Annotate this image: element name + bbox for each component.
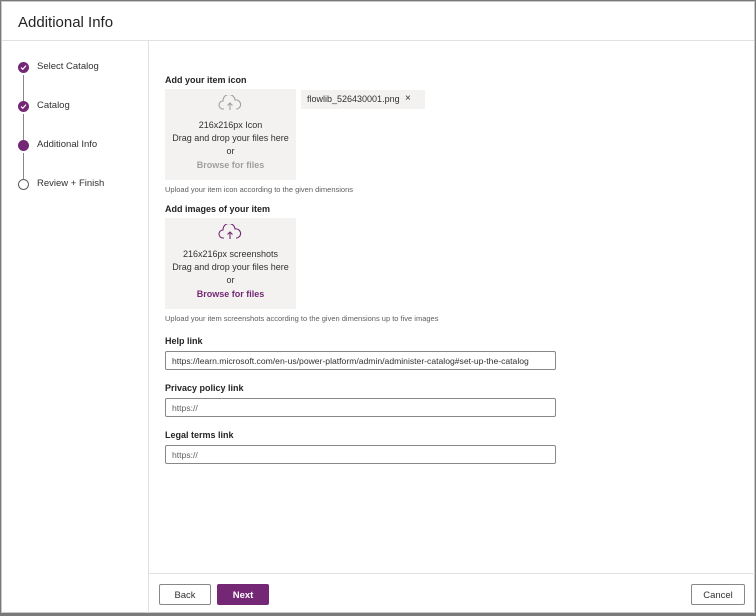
step-label: Review + Finish [37,178,105,189]
sidebar-divider [148,41,149,613]
uploaded-file-chip: flowlib_526430001.png × [301,90,425,109]
cancel-button[interactable]: Cancel [691,584,745,605]
footer-divider [149,573,755,574]
images-hint: Upload your item screenshots according t… [165,314,439,323]
help-link-label: Help link [165,336,203,346]
uploaded-file-name: flowlib_526430001.png [307,94,400,104]
or-text: or [226,146,235,156]
close-icon[interactable]: × [405,93,411,104]
images-drop-zone[interactable]: 216x216px screenshots Drag and drop your… [165,218,296,309]
icon-dimensions: 216x216px Icon [198,120,263,130]
pending-step-icon [18,179,29,190]
icon-section-label: Add your item icon [165,75,247,85]
current-step-icon [18,140,29,151]
back-button[interactable]: Back [159,584,211,605]
drag-drop-text: Drag and drop your files here [172,133,289,143]
step-select-catalog[interactable]: Select Catalog [18,60,148,80]
additional-info-dialog: Additional Info Select Catalog Catalog A… [1,1,755,613]
cloud-upload-icon [218,222,242,245]
browse-files-link[interactable]: Browse for files [165,289,296,299]
legal-link-label: Legal terms link [165,430,234,440]
icon-drop-zone[interactable]: 216x216px Icon Drag and drop your files … [165,89,296,180]
step-label: Select Catalog [37,61,99,72]
privacy-link-input[interactable] [165,398,556,417]
step-review-finish[interactable]: Review + Finish [18,177,148,197]
browse-files-link: Browse for files [196,160,265,170]
help-link-input[interactable] [165,351,556,370]
or-text: or [226,275,235,285]
drag-drop-text: Drag and drop your files here [172,262,289,272]
step-catalog[interactable]: Catalog [18,99,148,119]
next-button[interactable]: Next [217,584,269,605]
step-label: Additional Info [37,139,98,150]
cloud-upload-icon [218,93,242,116]
step-additional-info[interactable]: Additional Info [18,138,148,158]
images-section-label: Add images of your item [165,204,271,214]
privacy-link-label: Privacy policy link [165,383,244,393]
icon-hint: Upload your item icon according to the g… [165,185,354,194]
dialog-title: Additional Info [18,14,114,31]
checkmark-icon [18,101,29,112]
legal-link-input[interactable] [165,445,556,464]
step-label: Catalog [37,100,70,111]
checkmark-icon [18,62,29,73]
screenshot-dimensions: 216x216px screenshots [182,249,279,259]
title-divider [2,40,754,41]
